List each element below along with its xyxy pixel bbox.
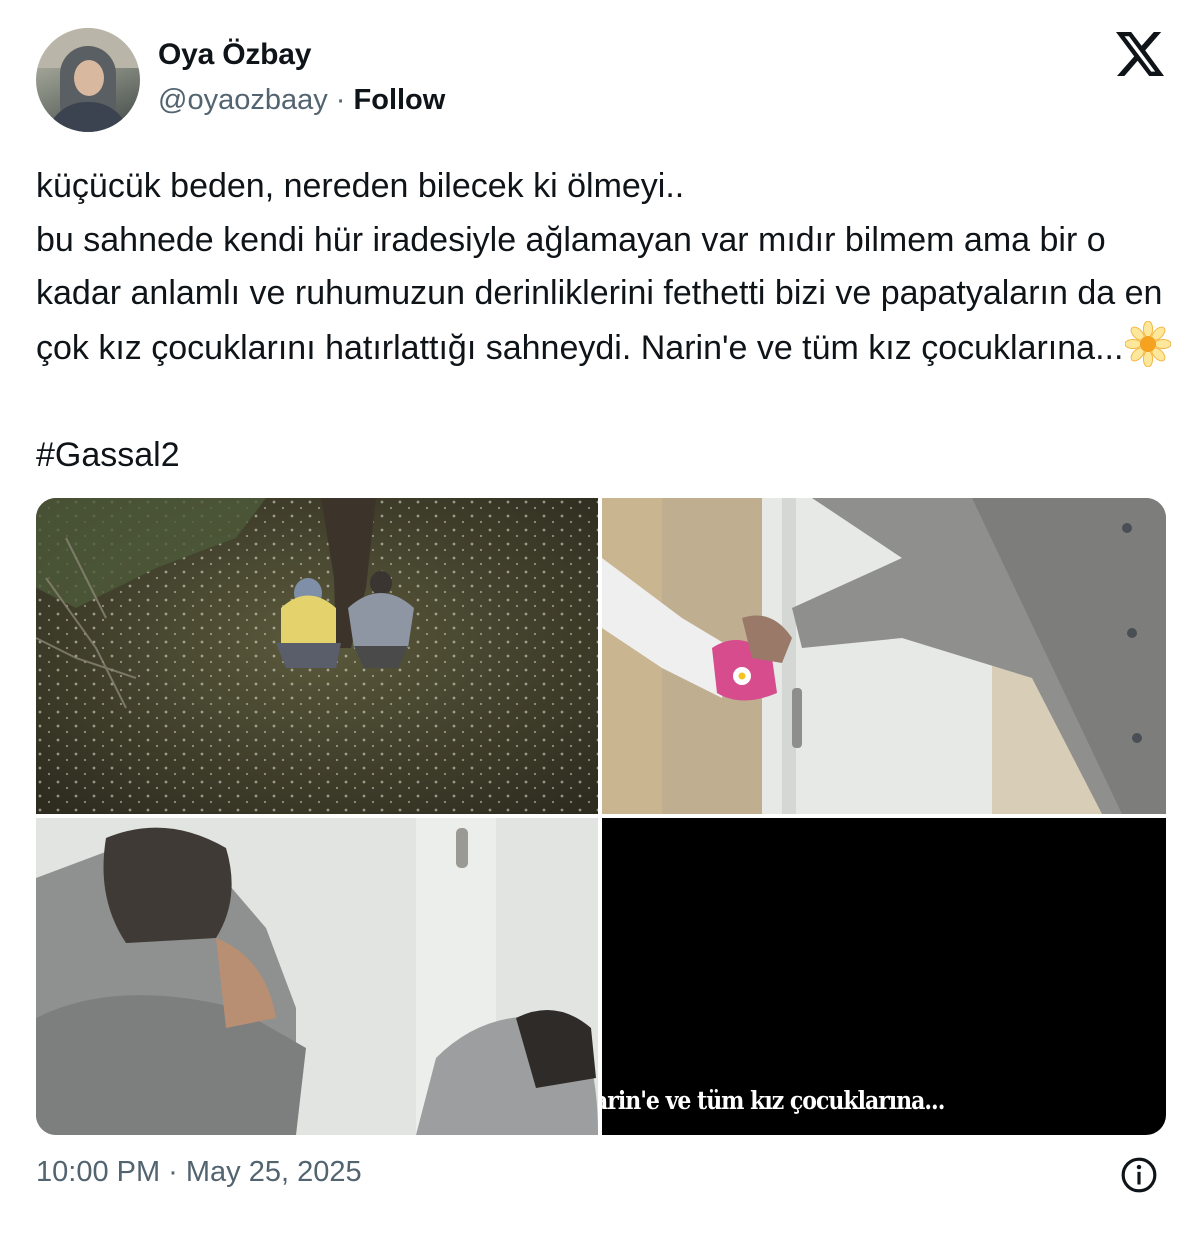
author-handle[interactable]: @oyaozbaay — [158, 84, 328, 116]
garden-scene — [36, 498, 598, 814]
grief-scene — [36, 818, 598, 1135]
author-handle-line: @oyaozbaay · Follow — [158, 84, 445, 117]
avatar-face — [74, 60, 104, 96]
handle-separator: · — [335, 84, 346, 116]
tweet-text-block: küçücük beden, nereden bilecek ki ölmeyi… — [36, 160, 1176, 482]
author-avatar[interactable] — [36, 28, 140, 132]
tweet-timestamp[interactable]: 10:00 PM · May 25, 2025 — [36, 1156, 362, 1189]
media-photo-grief[interactable] — [36, 818, 598, 1135]
daisy-emoji-icon — [1125, 320, 1172, 367]
door-scene — [602, 498, 1166, 814]
follow-button[interactable]: Follow — [354, 84, 446, 116]
media-grid: arin'e ve tüm kız çocuklarına... — [36, 498, 1166, 1135]
author-name[interactable]: Oya Özbay — [158, 38, 311, 72]
media-photo-door[interactable] — [602, 498, 1166, 814]
media-video-caption[interactable]: arin'e ve tüm kız çocuklarına... — [602, 818, 1166, 1135]
media-photo-garden[interactable] — [36, 498, 598, 814]
tweet-text: küçücük beden, nereden bilecek ki ölmeyi… — [36, 167, 1163, 367]
info-icon[interactable] — [1120, 1156, 1158, 1194]
media-caption-text: arin'e ve tüm kız çocuklarına... — [602, 1086, 945, 1116]
hashtag-link[interactable]: #Gassal2 — [36, 436, 180, 474]
x-logo-icon[interactable] — [1116, 32, 1164, 76]
avatar-body — [46, 102, 130, 132]
